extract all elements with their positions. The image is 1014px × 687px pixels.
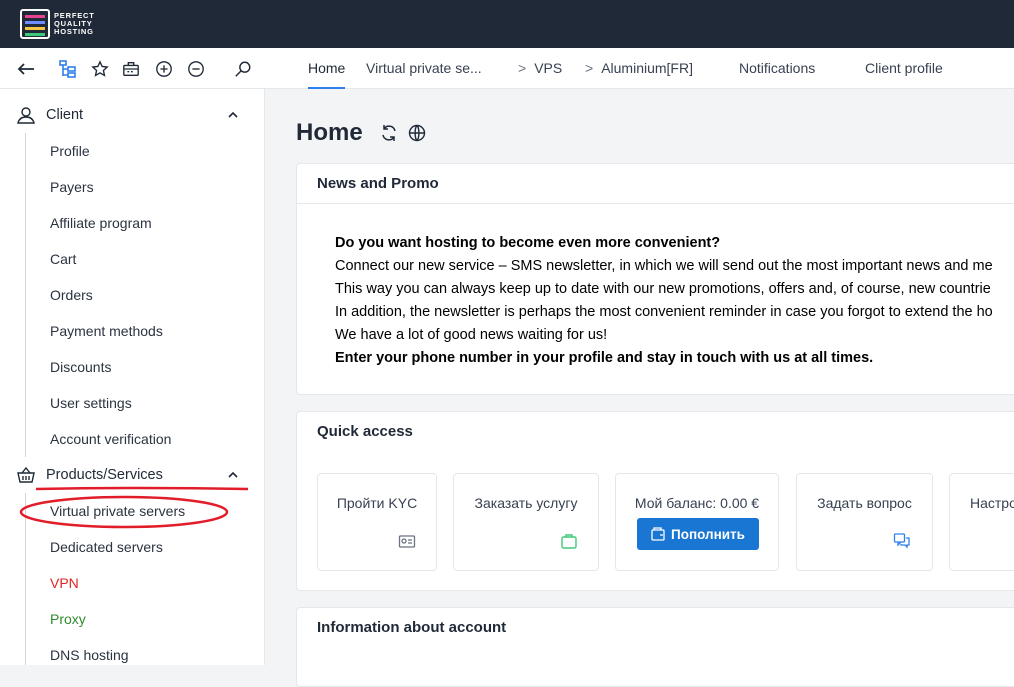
sidebar-item-affiliate-program[interactable]: Affiliate program (50, 213, 152, 233)
plus-circle-icon[interactable] (154, 59, 174, 79)
sidebar-item-dedicated-servers[interactable]: Dedicated servers (50, 537, 163, 557)
briefcase-icon[interactable] (121, 59, 141, 79)
sidebar-item-orders[interactable]: Orders (50, 285, 93, 305)
basket-icon (17, 466, 35, 483)
news-card: News and Promo Do you want hosting to be… (296, 163, 1014, 395)
refresh-icon[interactable] (379, 123, 399, 143)
news-line: Connect our new service – SMS newsletter… (335, 258, 993, 274)
sidebar-item-vpn[interactable]: VPN (50, 573, 79, 593)
sidebar-item-payers[interactable]: Payers (50, 177, 94, 197)
sidebar-group-label: Products/Services (46, 467, 163, 483)
tab-virtual-private-servers[interactable]: Virtual private se... (366, 48, 482, 89)
tab-client-profile[interactable]: Client profile (865, 48, 943, 89)
logo-text: PERFECT QUALITY HOSTING (54, 11, 95, 36)
news-line: In addition, the newsletter is perhaps t… (335, 304, 993, 320)
back-arrow-icon[interactable] (16, 59, 36, 79)
news-line: This way you can always keep up to date … (335, 281, 991, 297)
sidebar-item-discounts[interactable]: Discounts (50, 357, 111, 377)
minus-circle-icon[interactable] (186, 59, 206, 79)
sidebar-item-proxy[interactable]: Proxy (50, 609, 86, 629)
quick-tile-ask-question[interactable]: Задать вопрос (796, 473, 933, 571)
sitemap-icon[interactable] (58, 59, 78, 79)
chevron-right-icon: > (518, 60, 527, 76)
page-title: Home (296, 119, 363, 146)
quick-tile-kyc[interactable]: Пройти KYC (317, 473, 437, 571)
quick-tile-order-service[interactable]: Заказать услугу (453, 473, 599, 571)
sidebar: Client Profile Payers Affiliate program … (0, 89, 265, 665)
star-icon[interactable] (90, 59, 110, 79)
id-card-icon (398, 535, 416, 548)
logo-mark-icon (20, 9, 50, 39)
sidebar-item-virtual-private-servers[interactable]: Virtual private servers (50, 501, 185, 521)
tab-aluminium-fr[interactable]: > Aluminium[FR] (585, 48, 693, 89)
chevron-up-icon[interactable] (226, 108, 240, 122)
sidebar-item-dns-hosting[interactable]: DNS hosting (50, 645, 129, 665)
quick-tile-balance: Мой баланс: 0.00 € Пополнить (615, 473, 779, 571)
news-card-heading: News and Promo (297, 164, 1014, 204)
chat-icon (893, 533, 910, 549)
sidebar-item-profile[interactable]: Profile (50, 141, 90, 161)
news-body: Do you want hosting to become even more … (335, 232, 993, 370)
sidebar-tree-line (25, 133, 26, 457)
top-bar: PERFECT QUALITY HOSTING (0, 0, 1014, 48)
quick-access-heading: Quick access (317, 423, 413, 440)
top-up-button[interactable]: Пополнить (637, 518, 759, 550)
account-info-card: Information about account (296, 607, 1014, 687)
quick-access-card: Quick access Пройти KYC Заказать услугу … (296, 411, 1014, 591)
shopping-bag-icon (561, 534, 577, 549)
sidebar-tree-line (25, 493, 26, 665)
sidebar-item-user-settings[interactable]: User settings (50, 393, 132, 413)
main-content: Home News and Promo Do you want hosting … (266, 89, 1014, 687)
news-line: Enter your phone number in your profile … (335, 350, 874, 366)
sidebar-item-payment-methods[interactable]: Payment methods (50, 321, 163, 341)
sidebar-item-cart[interactable]: Cart (50, 249, 76, 269)
news-line: We have a lot of good news waiting for u… (335, 327, 608, 343)
account-info-heading: Information about account (317, 619, 507, 636)
news-line: Do you want hosting to become even more … (335, 235, 721, 251)
sidebar-item-account-verification[interactable]: Account verification (50, 429, 171, 449)
tab-notifications[interactable]: Notifications (739, 48, 815, 89)
sidebar-group-client[interactable]: Client (0, 97, 265, 133)
wallet-icon (651, 527, 665, 541)
quick-tile-settings[interactable]: Настро (949, 473, 1014, 571)
chevron-right-icon: > (585, 60, 594, 76)
toolbar: Home Virtual private se... > VPS > Alumini… (0, 48, 1014, 89)
chevron-up-icon[interactable] (226, 468, 240, 482)
tab-vps[interactable]: > VPS (518, 48, 562, 89)
sidebar-group-products[interactable]: Products/Services (0, 457, 265, 493)
globe-icon[interactable] (407, 123, 427, 143)
brand-logo[interactable]: PERFECT QUALITY HOSTING (20, 9, 110, 39)
search-icon[interactable] (233, 59, 253, 79)
user-icon (17, 107, 35, 124)
tab-home[interactable]: Home (308, 48, 346, 89)
sidebar-group-label: Client (46, 107, 84, 123)
